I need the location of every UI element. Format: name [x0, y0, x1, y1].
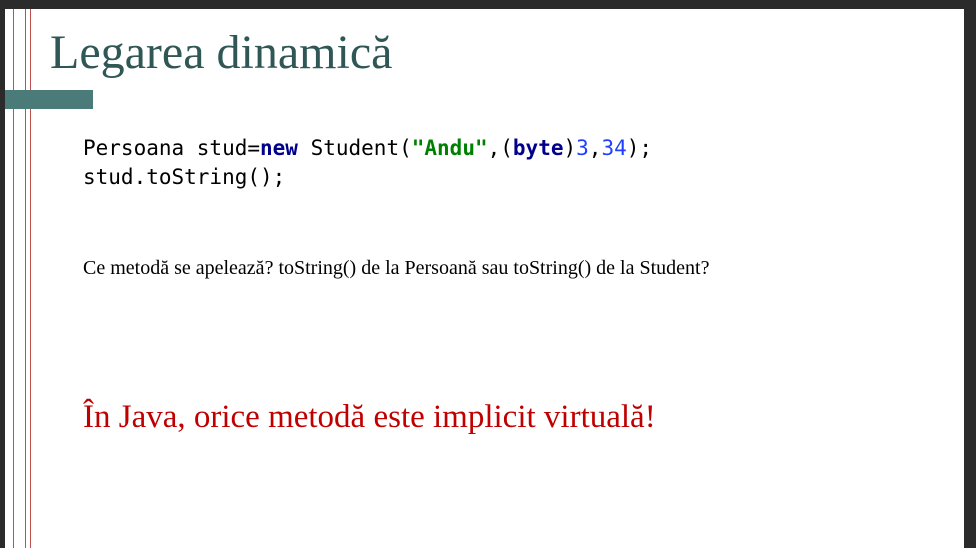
code-line-2: stud.toString(); — [83, 165, 286, 189]
document-viewer: Legarea dinamică Persoana stud=new Stude… — [0, 0, 976, 548]
code-keyword: new — [260, 136, 298, 160]
slide-page: Legarea dinamică Persoana stud=new Stude… — [5, 9, 964, 548]
code-text: ,( — [487, 136, 513, 160]
code-text: ) — [563, 136, 577, 160]
code-text: Persoana stud= — [83, 136, 261, 160]
code-text: Student( — [297, 136, 412, 160]
code-line-1: Persoana stud=new Student("Andu",(byte)3… — [83, 134, 652, 163]
code-string: "Andu" — [411, 136, 488, 160]
title-accent-bar — [5, 90, 93, 109]
question-text: Ce metodă se apelează? toString() de la … — [83, 257, 710, 279]
code-number: 34 — [601, 136, 627, 160]
highlight-statement: În Java, orice metodă este implicit virt… — [83, 399, 656, 435]
code-number: 3 — [576, 136, 589, 160]
code-keyword: byte — [512, 136, 564, 160]
slide-title: Legarea dinamică — [50, 26, 393, 79]
code-text: ); — [626, 136, 653, 160]
code-text: , — [588, 136, 602, 160]
code-block: Persoana stud=new Student("Andu",(byte)3… — [83, 134, 652, 192]
